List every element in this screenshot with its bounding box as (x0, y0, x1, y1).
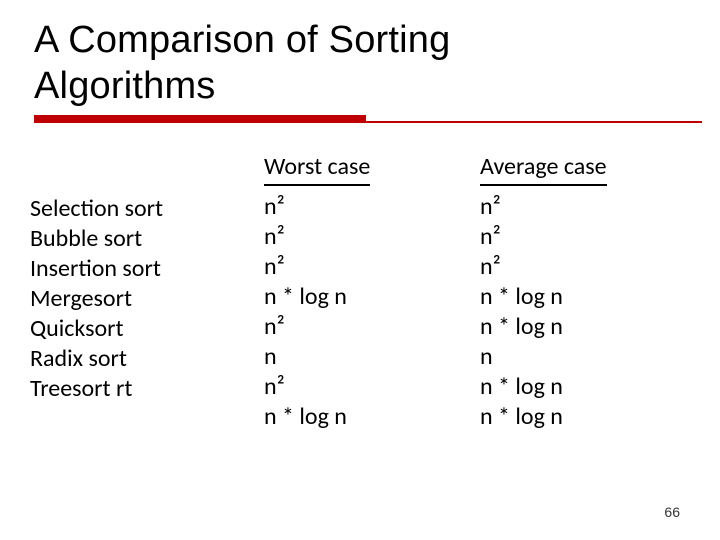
algo-name: Mergesort (30, 284, 264, 314)
algo-name: Treesort rt (30, 374, 264, 404)
average-value: n² (480, 192, 696, 222)
average-value: n * log n (480, 402, 696, 432)
comparison-table: Selection sort Bubble sort Insertion sor… (30, 152, 696, 432)
algo-name: Insertion sort (30, 254, 264, 284)
worst-value: n² (264, 372, 480, 402)
average-value: n * log n (480, 282, 696, 312)
algorithm-column: Selection sort Bubble sort Insertion sor… (30, 152, 264, 432)
worst-case-header: Worst case (264, 152, 370, 186)
average-value: n (480, 342, 696, 372)
worst-value: n² (264, 252, 480, 282)
algo-name: Bubble sort (30, 224, 264, 254)
slide-title: A Comparison of Sorting Algorithms (0, 0, 720, 109)
title-line-1: A Comparison of Sorting (34, 19, 450, 61)
rule-thin (366, 121, 702, 123)
worst-value: n² (264, 192, 480, 222)
worst-value: n * log n (264, 402, 480, 432)
average-value: n * log n (480, 372, 696, 402)
algo-name: Quicksort (30, 314, 264, 344)
worst-value: n (264, 342, 480, 372)
average-case-column: Average case n² n² n² n * log n n * log … (480, 152, 696, 432)
average-case-header: Average case (480, 152, 607, 186)
worst-case-column: Worst case n² n² n² n * log n n² n n² n … (264, 152, 480, 432)
average-value: n * log n (480, 312, 696, 342)
worst-value: n * log n (264, 282, 480, 312)
rule-thick (34, 115, 366, 123)
page-number: 66 (664, 504, 680, 520)
worst-value: n² (264, 222, 480, 252)
algo-name: Radix sort (30, 344, 264, 374)
title-underline (0, 115, 720, 123)
title-line-2: Algorithms (34, 65, 216, 107)
worst-value: n² (264, 312, 480, 342)
slide: A Comparison of Sorting Algorithms Selec… (0, 0, 720, 540)
average-value: n² (480, 222, 696, 252)
average-value: n² (480, 252, 696, 282)
algo-name: Selection sort (30, 194, 264, 224)
